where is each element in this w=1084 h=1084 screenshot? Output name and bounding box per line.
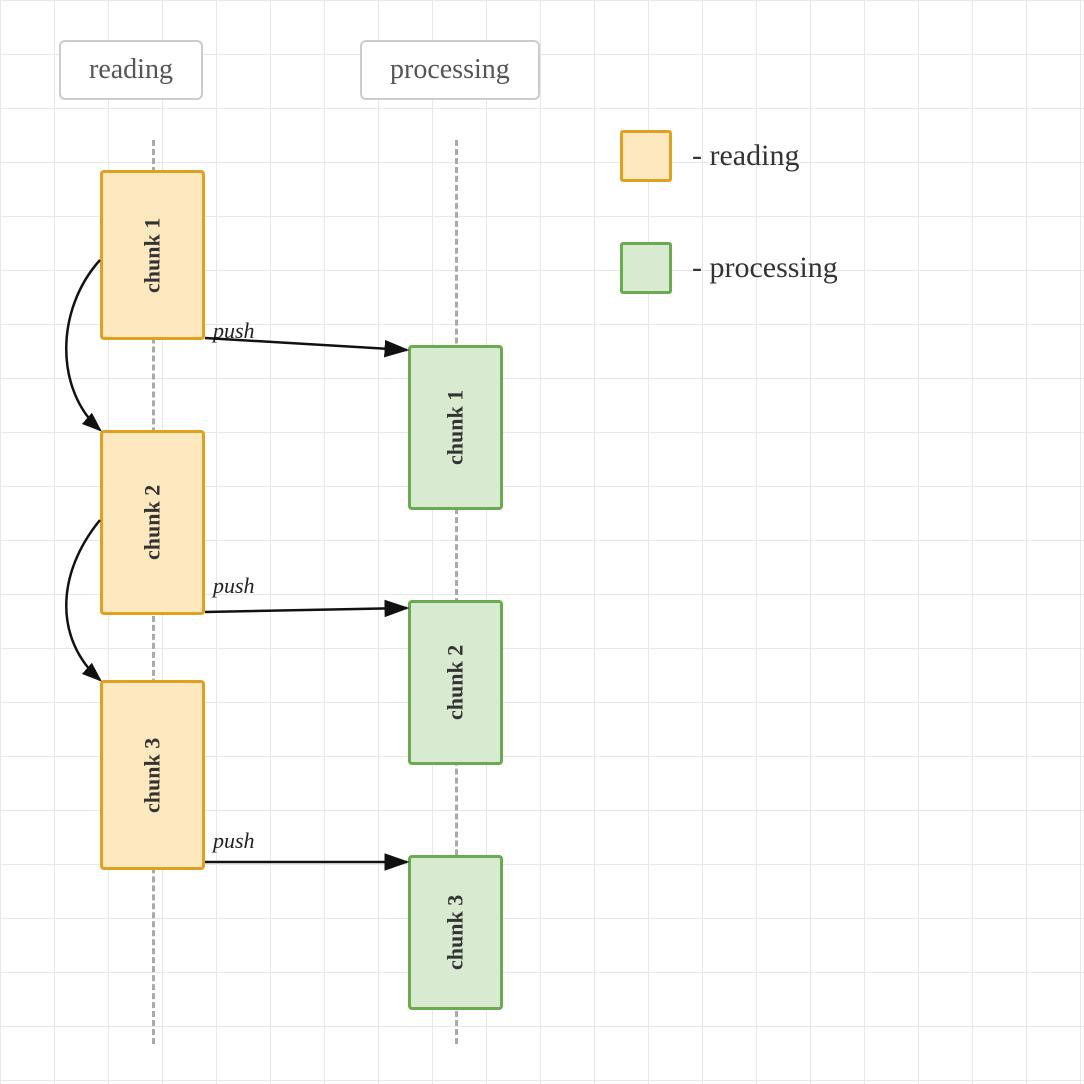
legend: - reading - processing <box>620 130 838 354</box>
chunk-processing-1: chunk 1 <box>408 345 503 510</box>
legend-box-processing <box>620 242 672 294</box>
chunk-processing-2: chunk 2 <box>408 600 503 765</box>
legend-label-reading: - reading <box>692 139 799 173</box>
chunk-reading-1: chunk 1 <box>100 170 205 340</box>
push-label-2: push <box>213 573 255 599</box>
push-label-3: push <box>213 828 255 854</box>
legend-label-processing: - processing <box>692 251 838 285</box>
legend-item-processing: - processing <box>620 242 838 294</box>
legend-item-reading: - reading <box>620 130 838 182</box>
lane-header-reading: reading <box>59 40 203 100</box>
diagram: reading processing chunk 1 chunk 2 chunk… <box>0 0 1084 1084</box>
chunk-processing-3: chunk 3 <box>408 855 503 1010</box>
push-label-1: push <box>213 318 255 344</box>
legend-box-reading <box>620 130 672 182</box>
lane-header-processing: processing <box>360 40 540 100</box>
chunk-reading-2: chunk 2 <box>100 430 205 615</box>
chunk-reading-3: chunk 3 <box>100 680 205 870</box>
